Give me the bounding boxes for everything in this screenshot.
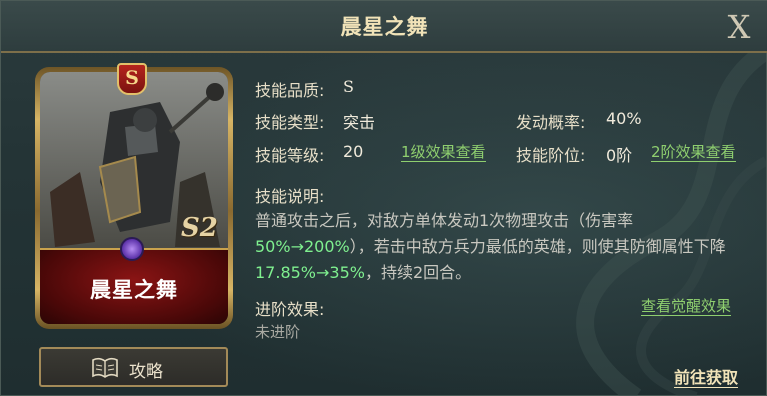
skill-level-value: 20	[343, 142, 364, 161]
grade-badge: S	[117, 63, 147, 95]
damage-rate-highlight: 50%→200%	[255, 237, 350, 256]
trigger-chance-value: 40%	[606, 109, 642, 128]
description-part2: ），若击中敌方兵力最低的英雄，则使其防御属性下降	[349, 237, 726, 256]
skill-stage-label: 技能阶位:	[516, 146, 586, 165]
skill-description-text: 普通攻击之后，对敌方单体发动1次物理攻击（伤害率 50%→200%），若击中敌方兵…	[255, 208, 735, 286]
book-icon	[92, 357, 118, 378]
description-part1: 普通攻击之后，对敌方单体发动1次物理攻击（伤害率	[255, 211, 634, 230]
dialog-title: 晨星之舞	[340, 15, 429, 39]
trigger-chance-label: 发动概率:	[516, 113, 586, 132]
skill-card: 晨星之舞	[35, 67, 233, 329]
stage2-effect-link[interactable]: 2阶效果查看	[651, 143, 736, 162]
skill-level-label: 技能等级:	[255, 146, 325, 165]
skill-type-value: 突击	[343, 113, 376, 132]
class-emblem-icon	[120, 237, 144, 261]
skill-stage-value: 0阶	[606, 146, 633, 165]
guide-button-label: 攻略	[129, 362, 163, 382]
card-skill-name: 晨星之舞	[90, 278, 178, 302]
view-awakening-link[interactable]: 查看觉醒效果	[641, 297, 732, 316]
skill-quality-label: 技能品质:	[255, 81, 325, 100]
advance-status-value: 未进阶	[255, 323, 301, 341]
close-button[interactable]: X	[719, 7, 759, 47]
defense-reduction-highlight: 17.85%→35%	[255, 263, 365, 282]
skill-type-label: 技能类型:	[255, 113, 325, 132]
skill-card-inner: 晨星之舞	[40, 72, 228, 324]
skill-quality-value: S	[343, 77, 354, 96]
season-mark: S2	[181, 213, 218, 243]
advance-effect-label: 进阶效果:	[255, 300, 325, 319]
skill-description-label: 技能说明:	[255, 187, 325, 206]
description-part3: ，持续2回合。	[364, 263, 472, 282]
skill-detail-panel: 晨星之舞 X 晨星之舞 S S2 攻略 技能品质: S 技能类型: 突击 发动概…	[0, 0, 767, 396]
guide-button[interactable]: 攻略	[39, 347, 228, 387]
level1-effect-link[interactable]: 1级效果查看	[401, 143, 486, 162]
title-bar: 晨星之舞 X	[1, 1, 767, 53]
go-obtain-link[interactable]: 前往获取	[674, 369, 739, 388]
